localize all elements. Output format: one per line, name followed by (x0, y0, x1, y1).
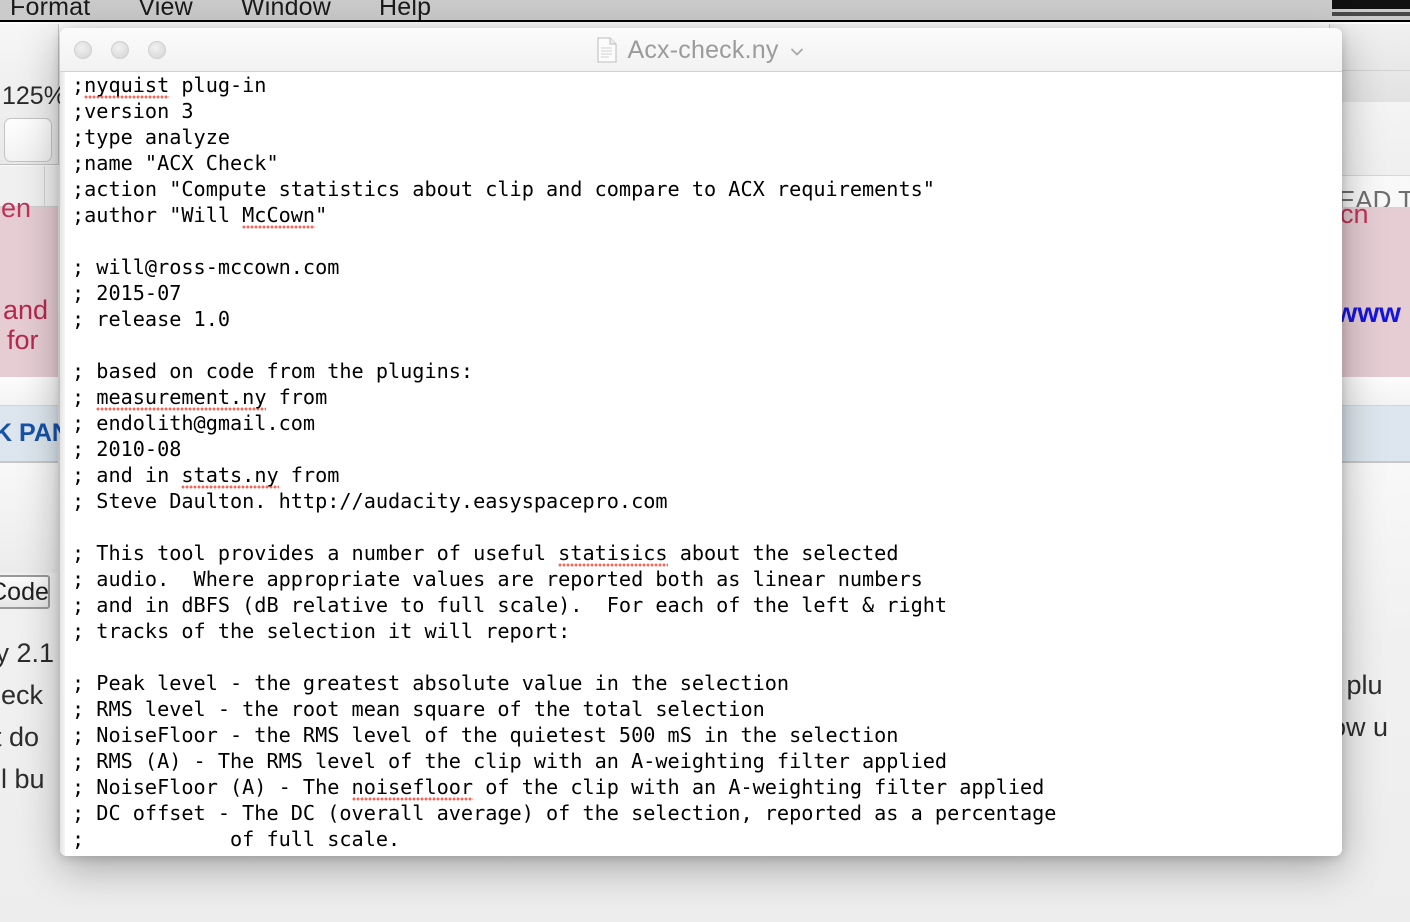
background-zoom-level: 125% (2, 82, 66, 110)
source-code-text[interactable]: ;nyquist plug-in ;version 3 ;type analyze;… (72, 72, 1056, 852)
code-line: ; audio. Where appropriate values are re… (72, 567, 923, 591)
menu-bar-status-block (1332, 0, 1410, 9)
background-strip-right (1330, 377, 1410, 405)
menu-bar-status-line (1332, 12, 1410, 16)
background-code-button[interactable]: Code (0, 575, 50, 609)
code-line: ;version 3 (72, 99, 194, 123)
menu-item-format[interactable]: Format (10, 0, 90, 20)
code-line: ; NoiseFloor - the RMS level of the quie… (72, 723, 899, 747)
code-line: ; and in dBFS (dB relative to full scale… (72, 593, 948, 617)
code-line: ; NoiseFloor (A) - The noisefloor of the… (72, 775, 1045, 801)
menu-bar-status-area[interactable] (1330, 0, 1410, 20)
misspelled-word: measurement.ny (96, 385, 267, 411)
background-alert-box-right: aucn //www (1310, 199, 1410, 377)
window-title: Acx-check.ny (627, 35, 779, 64)
chevron-down-icon[interactable] (789, 44, 805, 60)
document-icon (597, 37, 618, 63)
code-line: ; and in stats.ny from (72, 463, 340, 489)
background-text-left-1: heck (0, 680, 44, 710)
code-line: ; tracks of the selection it will report… (72, 619, 571, 643)
background-lower-right (1330, 463, 1410, 643)
code-line: ; 2015-07 (72, 281, 182, 305)
menu-item-help[interactable]: Help (379, 0, 431, 20)
code-line: ; measurement.ny from (72, 385, 328, 411)
macos-menu-bar[interactable]: Format View Window Help (0, 0, 1410, 22)
menu-bar-items: Format View Window Help (10, 0, 431, 20)
code-line: ; based on code from the plugins: (72, 359, 474, 383)
menu-item-window[interactable]: Window (241, 0, 331, 20)
alert-fragment-left-2: s for (0, 325, 39, 355)
window-title-group: Acx-check.ny (60, 28, 1342, 72)
code-line: ; endolith@gmail.com (72, 411, 316, 435)
code-line: ; release 1.0 (72, 307, 231, 331)
alert-fragment-left-1: t and (0, 295, 49, 325)
code-line: ;type analyze (72, 125, 231, 149)
background-text-left-2: it do (0, 722, 40, 752)
window-title-bar[interactable]: Acx-check.ny (60, 28, 1342, 72)
code-line: ; DC offset - The DC (overall average) o… (72, 801, 1057, 825)
background-text-left-0: ty 2.1 (0, 638, 55, 668)
misspelled-word: stats.ny (181, 463, 279, 489)
background-panel-left: K PAN (0, 405, 70, 462)
code-line: ; Steve Daulton. http://audacity.easyspa… (72, 489, 668, 513)
code-line: ; of full scale. (72, 827, 401, 851)
code-editor-area[interactable]: ;nyquist plug-in ;version 3 ;type analyze;… (60, 72, 1342, 856)
code-line: ;author "Will McCown" (72, 203, 328, 229)
background-text-left: ty 2.1 heck it do ul bu (0, 620, 58, 820)
code-line: ; Peak level - the greatest absolute val… (72, 671, 790, 695)
code-line: ; will@ross-mccown.com (72, 255, 340, 279)
misspelled-word: nyquist (84, 73, 170, 99)
alert-fragment-left-0: nen (0, 193, 32, 223)
code-line: ; RMS level - the root mean square of th… (72, 697, 765, 721)
code-line: ; This tool provides a number of useful … (72, 541, 899, 567)
background-panel-right (1330, 405, 1410, 462)
background-panel-right-top (1330, 102, 1410, 176)
misspelled-word: McCown (242, 203, 316, 229)
misspelled-word: noisefloor (351, 775, 474, 801)
code-line: ; RMS (A) - The RMS level of the clip wi… (72, 749, 948, 773)
code-line: ;nyquist plug-in (72, 73, 267, 99)
code-line: ;action "Compute statistics about clip a… (72, 177, 935, 201)
background-alert-box-left: nen t and s for (0, 193, 58, 377)
background-text-left-3: ul bu (0, 764, 45, 794)
code-line: ; 2010-08 (72, 437, 182, 461)
background-toolbar-button[interactable] (4, 118, 52, 162)
background-strip-left (0, 377, 58, 405)
menu-item-view[interactable]: View (138, 0, 193, 20)
misspelled-word: statisics (558, 541, 668, 567)
background-lower-left (0, 463, 58, 573)
editor-left-edge (60, 72, 65, 856)
screen: 125% nen t and s for K PAN Code ty 2.1 h… (0, 0, 1410, 922)
code-line: ;name "ACX Check" (72, 151, 279, 175)
text-editor-window[interactable]: Acx-check.ny ;nyquist plug-in ;version 3;… (60, 28, 1342, 856)
background-text-right: ty plu now u (1316, 660, 1410, 780)
